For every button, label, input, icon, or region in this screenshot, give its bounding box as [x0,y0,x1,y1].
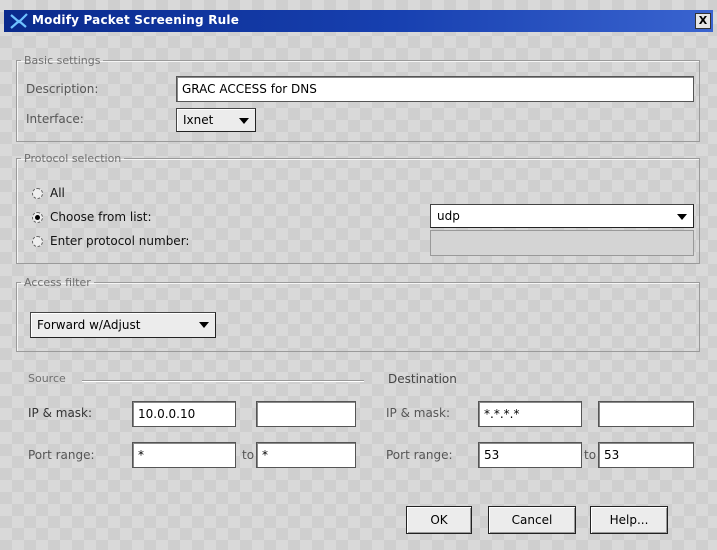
chevron-down-icon [199,322,209,328]
source-legend: Source [28,372,66,385]
destination-port-to-field[interactable]: 53 [598,442,694,468]
source-ip-field[interactable]: 10.0.0.10 [132,401,236,427]
dialog-body: Basic settings Description: GRAC ACCESS … [4,32,713,546]
protocol-selection-legend: Protocol selection [24,152,122,165]
access-filter-select[interactable]: Forward w/Adjust [30,312,216,338]
basic-settings-legend: Basic settings [24,54,101,67]
description-label: Description: [26,82,99,96]
destination-port-label: Port range: [386,448,453,462]
destination-mask-field[interactable] [598,401,694,427]
radio-choose-from-list-button[interactable] [32,212,43,223]
title-bar[interactable]: Modify Packet Screening Rule X [4,10,713,32]
chevron-down-icon [239,118,249,124]
protocol-list-select[interactable]: udp [430,204,694,228]
radio-enter-protocol-number-label: Enter protocol number: [50,234,190,248]
radio-all[interactable]: All [32,186,92,204]
chevron-down-icon [677,214,687,220]
access-filter-legend: Access filter [24,276,91,289]
cancel-button[interactable]: Cancel [488,506,576,534]
radio-all-label: All [50,186,65,200]
destination-port-from-field[interactable]: 53 [478,442,582,468]
destination-ip-field[interactable]: *.*.*.* [478,401,582,427]
description-field[interactable]: GRAC ACCESS for DNS [176,76,694,102]
destination-ip-label: IP & mask: [386,406,451,420]
window-title: Modify Packet Screening Rule [32,13,240,27]
source-port-from-field[interactable]: * [132,442,236,468]
access-filter-value: Forward w/Adjust [37,318,141,332]
source-to-label: to [242,448,255,462]
source-port-to-field[interactable]: * [256,442,356,468]
destination-legend: Destination [388,372,457,386]
radio-enter-protocol-number[interactable]: Enter protocol number: [32,234,272,252]
interface-select[interactable]: Ixnet [176,108,256,132]
source-port-label: Port range: [28,448,95,462]
radio-choose-from-list[interactable]: Choose from list: [32,210,232,228]
source-separator [82,380,364,382]
close-button[interactable]: X [695,13,711,29]
interface-value: Ixnet [183,113,214,127]
radio-enter-protocol-number-button[interactable] [32,236,43,247]
help-button[interactable]: Help... [590,506,668,534]
protocol-list-value: udp [437,209,460,223]
destination-to-label: to [584,448,597,462]
ok-button[interactable]: OK [406,506,472,534]
source-mask-field[interactable] [256,401,356,427]
protocol-number-field [430,230,694,256]
radio-all-button[interactable] [32,188,43,199]
radio-choose-from-list-label: Choose from list: [50,210,152,224]
app-logo-icon [10,13,28,29]
interface-label: Interface: [26,112,84,126]
source-ip-label: IP & mask: [28,406,93,420]
